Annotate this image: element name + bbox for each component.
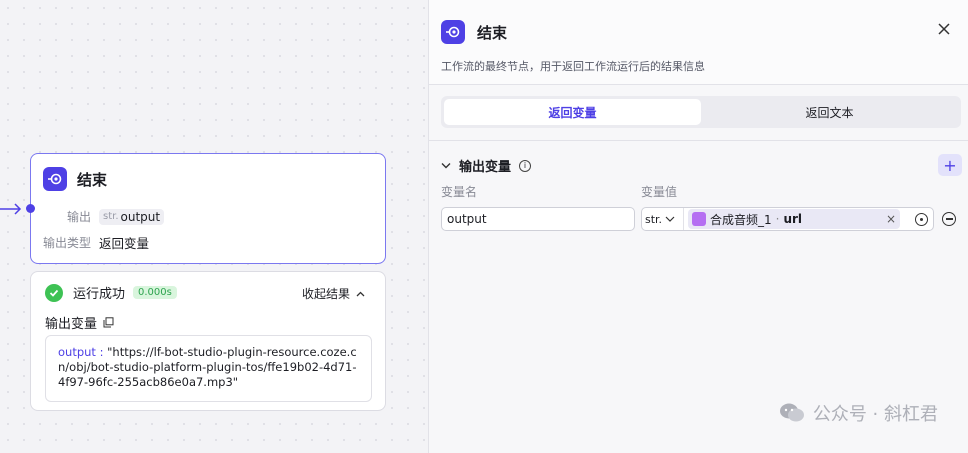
variable-value-field[interactable]: str. 合成音频_1 · url × bbox=[641, 207, 934, 231]
return-mode-tabs: 返回变量 返回文本 bbox=[441, 96, 961, 128]
wechat-icon bbox=[779, 403, 804, 422]
chevron-up-icon bbox=[356, 291, 365, 296]
add-variable-button[interactable]: + bbox=[938, 154, 962, 176]
col-variable-name: 变量名 bbox=[441, 185, 478, 199]
end-node[interactable]: 结束 输出 str. output 输出类型 返回变量 bbox=[26, 153, 386, 264]
output-section-label: 输出变量 bbox=[45, 317, 98, 332]
info-icon[interactable]: i bbox=[519, 159, 532, 172]
variable-name-input[interactable] bbox=[441, 207, 635, 231]
collapse-result-button[interactable]: 收起结果 bbox=[302, 285, 365, 302]
panel-description: 工作流的最终节点，用于返回工作流运行后的结果信息 bbox=[441, 60, 705, 73]
end-node-icon bbox=[441, 20, 465, 44]
end-node-icon bbox=[43, 167, 67, 191]
plus-icon: + bbox=[943, 155, 957, 175]
output-var-name: output bbox=[120, 209, 161, 224]
panel-header: 结束 工作流的最终节点，用于返回工作流运行后的结果信息 bbox=[429, 0, 968, 85]
audio-node-icon bbox=[692, 212, 706, 226]
tab-return-variable[interactable]: 返回变量 bbox=[444, 99, 701, 125]
chevron-down-icon bbox=[665, 216, 675, 222]
divider bbox=[429, 140, 968, 141]
output-type-label: 输出类型 bbox=[43, 236, 92, 250]
output-var-chip: str. output bbox=[99, 208, 165, 225]
remove-variable-icon[interactable] bbox=[942, 212, 956, 226]
ref-field: url bbox=[783, 212, 803, 226]
tab-return-text[interactable]: 返回文本 bbox=[701, 99, 958, 125]
section-title: 输出变量 bbox=[459, 160, 512, 175]
node-output-type-row: 输出类型 返回变量 bbox=[43, 233, 149, 252]
close-icon[interactable] bbox=[937, 22, 951, 36]
edge-arrow-icon bbox=[0, 203, 22, 215]
node-title: 结束 bbox=[77, 170, 108, 189]
chevron-down-icon[interactable] bbox=[441, 162, 451, 169]
ref-source: 合成音频_1 bbox=[710, 212, 772, 227]
run-status: 运行成功 bbox=[73, 287, 126, 302]
watermark: 公众号 · 斜杠君 bbox=[779, 400, 938, 426]
node-output-row: 输出 str. output bbox=[67, 208, 165, 225]
result-output-box: output : "https://lf-bot-studio-plugin-r… bbox=[45, 335, 372, 402]
success-check-icon bbox=[45, 283, 63, 302]
input-port[interactable] bbox=[26, 204, 35, 213]
result-header: 运行成功 0.000s bbox=[45, 283, 177, 302]
output-type-value: 返回变量 bbox=[99, 236, 150, 251]
type-select-value: str. bbox=[645, 212, 663, 226]
select-reference-icon[interactable] bbox=[915, 212, 928, 226]
col-variable-value: 变量值 bbox=[641, 185, 678, 199]
run-result-card: 运行成功 0.000s 收起结果 输出变量 output : "https://… bbox=[30, 271, 386, 411]
type-tag: str. bbox=[103, 211, 119, 222]
type-select[interactable]: str. bbox=[642, 208, 684, 230]
workflow-canvas[interactable]: 结束 输出 str. output 输出类型 返回变量 运行成功 0.000s … bbox=[0, 0, 428, 453]
clear-reference-icon[interactable]: × bbox=[886, 212, 896, 226]
result-key: output bbox=[58, 345, 96, 359]
panel-title: 结束 bbox=[477, 23, 508, 42]
result-section-title: 输出变量 bbox=[45, 313, 114, 332]
node-header: 结束 bbox=[43, 167, 107, 191]
duration-badge: 0.000s bbox=[133, 286, 177, 299]
output-label: 输出 bbox=[67, 210, 92, 224]
panel-title-row: 结束 bbox=[441, 20, 507, 44]
output-section-header[interactable]: 输出变量 i bbox=[441, 156, 532, 175]
node-settings-panel: 结束 工作流的最终节点，用于返回工作流运行后的结果信息 返回变量 返回文本 输出… bbox=[428, 0, 968, 453]
reference-chip[interactable]: 合成音频_1 · url × bbox=[688, 209, 900, 229]
copy-icon[interactable] bbox=[103, 317, 114, 328]
collapse-label: 收起结果 bbox=[301, 287, 350, 301]
watermark-text: 公众号 · 斜杠君 bbox=[812, 404, 938, 425]
